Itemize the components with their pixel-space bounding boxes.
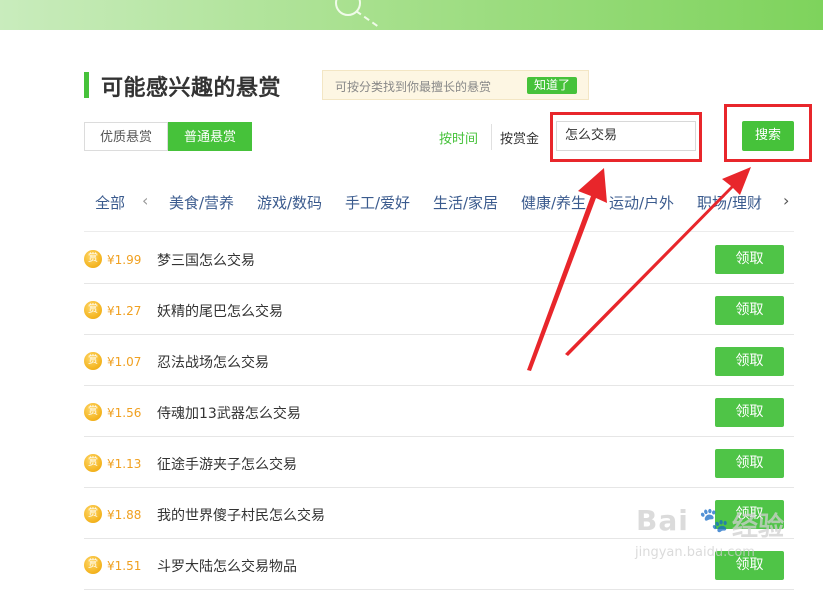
- watermark-logo: Bai: [636, 504, 689, 537]
- watermark-brand: 经验: [732, 512, 785, 542]
- annotation-arrow-to-input: [527, 168, 607, 371]
- baidu-watermark: Bai 🐾 经验 jingyan.baidu.com: [630, 492, 820, 582]
- watermark-url: jingyan.baidu.com: [635, 545, 755, 560]
- paw-icon: 🐾: [699, 506, 729, 534]
